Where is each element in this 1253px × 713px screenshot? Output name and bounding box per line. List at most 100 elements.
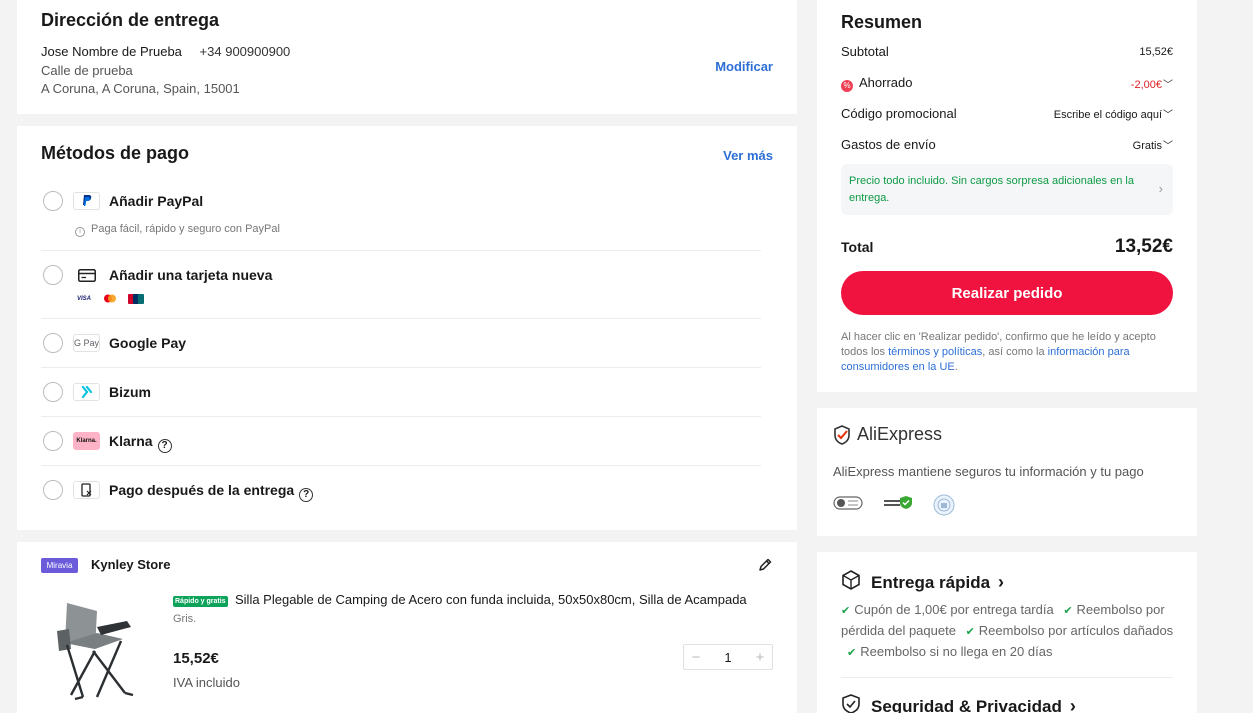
check-icon: ✔ <box>1063 605 1073 617</box>
cod-label-text: Pago después de la entrega <box>109 482 295 498</box>
klarna-radio[interactable] <box>43 431 63 451</box>
paypal-hint-text: Paga fácil, rápido y seguro con PayPal <box>91 223 280 235</box>
payment-method-klarna[interactable]: Klarna. Klarna? <box>41 430 761 454</box>
total-value: 13,52€ <box>1114 236 1173 257</box>
place-order-button[interactable]: Realizar pedido <box>841 271 1173 315</box>
saved-label: Ahorrado <box>859 75 913 90</box>
mastercard-icon <box>101 293 119 304</box>
promo-code-row[interactable]: Código promocional Escribe el código aqu… <box>841 106 1173 121</box>
order-summary-card: Resumen Subtotal 15,52€ % Ahorrado -2,00€… <box>817 0 1197 392</box>
help-icon[interactable]: ? <box>157 439 172 453</box>
payment-method-paypal[interactable]: Añadir PayPal i Paga fácil, rápido y segu… <box>41 190 761 246</box>
promo-value-wrap: Escribe el código aquí﹀ <box>1054 106 1173 121</box>
unionpay-icon <box>127 293 145 304</box>
chevron-down-icon: ﹀ <box>1163 110 1173 121</box>
paypal-icon <box>73 192 100 210</box>
saved-label-wrap: % Ahorrado <box>841 75 912 92</box>
subtotal-label: Subtotal <box>841 44 889 59</box>
legal-text-3: . <box>954 361 958 373</box>
paypal-hint: i Paga fácil, rápido y seguro con PayPal <box>75 223 280 237</box>
divider <box>841 677 1173 678</box>
divider <box>41 416 761 417</box>
payment-methods-card: Métodos de pago Ver más Añadir PayPal iP… <box>17 126 797 530</box>
shipping-row[interactable]: Gastos de envío Gratis﹀ <box>841 137 1173 152</box>
aliexpress-logo: AliExpress <box>833 424 942 445</box>
divider <box>41 250 761 251</box>
benefit-item: Reembolso por artículos dañados <box>978 623 1174 638</box>
terms-link[interactable]: términos y políticas <box>888 346 982 358</box>
promo-label: Código promocional <box>841 106 957 121</box>
divider <box>41 318 761 319</box>
chevron-down-icon: ﹀ <box>1163 141 1173 152</box>
product-title[interactable]: Silla Plegable de Camping de Acero con f… <box>235 592 773 607</box>
visa-logo: VISA <box>76 295 91 302</box>
address-contact: Jose Nombre de Prueba +34 900900900 <box>41 44 290 59</box>
product-variant: Gris. <box>173 613 197 625</box>
cash-on-delivery-icon <box>73 481 100 499</box>
bizum-label: Bizum <box>109 384 151 400</box>
google-pay-icon: G Pay <box>73 334 100 352</box>
chevron-down-icon: ﹀ <box>1163 80 1173 91</box>
cod-label: Pago después de la entrega? <box>109 482 314 502</box>
paypal-label: Añadir PayPal <box>109 193 204 209</box>
fast-free-badge: Rápido y gratis <box>173 596 228 607</box>
shipping-value: Gratis <box>1132 140 1162 152</box>
payment-method-bizum[interactable]: Bizum <box>41 381 761 405</box>
payment-method-card[interactable]: Añadir una tarjeta nueva VISA <box>41 264 761 312</box>
order-items-card: Miravia Kynley Store Rápido y gratis Sil… <box>17 542 797 713</box>
price-notice[interactable]: Precio todo incluido. Sin cargos sorpres… <box>841 164 1173 215</box>
payment-method-google-pay[interactable]: G Pay Google Pay <box>41 332 761 356</box>
card-label: Añadir una tarjeta nueva <box>109 267 273 283</box>
store-name[interactable]: Kynley Store <box>91 557 170 572</box>
product-image[interactable] <box>53 597 143 707</box>
total-label: Total <box>841 239 874 255</box>
fast-delivery-card: Entrega rápida › ✔ Cupón de 1,00€ por ent… <box>817 552 1197 713</box>
cod-radio[interactable] <box>43 480 63 500</box>
address-title: Dirección de entrega <box>41 10 220 30</box>
paypal-radio[interactable] <box>43 191 63 211</box>
shield-check-icon <box>834 424 850 445</box>
divider <box>41 465 761 466</box>
quantity-increase-button[interactable]: + <box>748 649 772 666</box>
delivery-benefits: ✔ Cupón de 1,00€ por entrega tardía ✔ Reem… <box>841 600 1181 663</box>
quantity-value[interactable]: 1 <box>708 650 748 665</box>
shipping-label: Gastos de envío <box>841 137 936 152</box>
quantity-decrease-button[interactable]: − <box>684 649 708 666</box>
security-privacy-title[interactable]: Seguridad & Privacidad › <box>841 694 1076 713</box>
bizum-icon <box>73 383 100 401</box>
bizum-radio[interactable] <box>43 382 63 402</box>
chevron-right-icon: › <box>1158 181 1163 196</box>
card-radio[interactable] <box>43 265 63 285</box>
shipping-value-wrap: Gratis﹀ <box>1133 137 1173 152</box>
address-street: Calle de prueba <box>41 63 133 78</box>
quantity-stepper: − 1 + <box>683 644 773 670</box>
security-privacy-title-text: Seguridad & Privacidad <box>871 696 1062 713</box>
see-more-link[interactable]: Ver más <box>723 148 773 163</box>
subtotal-value: 15,52€ <box>1139 45 1173 58</box>
saved-row[interactable]: % Ahorrado -2,00€﹀ <box>841 75 1173 92</box>
google-pay-radio[interactable] <box>43 333 63 353</box>
payment-method-cash-on-delivery[interactable]: Pago después de la entrega? <box>41 479 761 503</box>
edit-icon[interactable] <box>757 557 773 573</box>
vat-note: IVA incluido <box>173 675 240 690</box>
product-price: 15,52€ <box>173 650 219 667</box>
credit-card-icon <box>73 266 100 284</box>
benefit-item: Reembolso si no llega en 20 días <box>860 644 1053 659</box>
store-badge: Miravia <box>41 558 78 573</box>
check-icon: ✔ <box>847 647 857 659</box>
check-icon: ✔ <box>841 605 851 617</box>
saved-value: -2,00€ <box>1130 79 1162 91</box>
divider <box>41 367 761 368</box>
discount-icon: % <box>841 80 853 92</box>
help-icon[interactable]: ? <box>299 488 314 502</box>
subtotal-row: Subtotal 15,52€ <box>841 44 1173 59</box>
klarna-label-text: Klarna <box>109 433 153 449</box>
verified-badge-icon <box>883 494 915 517</box>
box-icon <box>841 570 861 595</box>
promo-input[interactable]: Escribe el código aquí <box>1054 109 1162 121</box>
recipient-name: Jose Nombre de Prueba <box>41 44 182 59</box>
benefit-item: Cupón de 1,00€ por entrega tardía <box>854 602 1054 617</box>
chevron-right-icon: › <box>998 572 1005 592</box>
modify-address-link[interactable]: Modificar <box>715 59 773 74</box>
fast-delivery-title[interactable]: Entrega rápida › <box>841 570 1004 595</box>
